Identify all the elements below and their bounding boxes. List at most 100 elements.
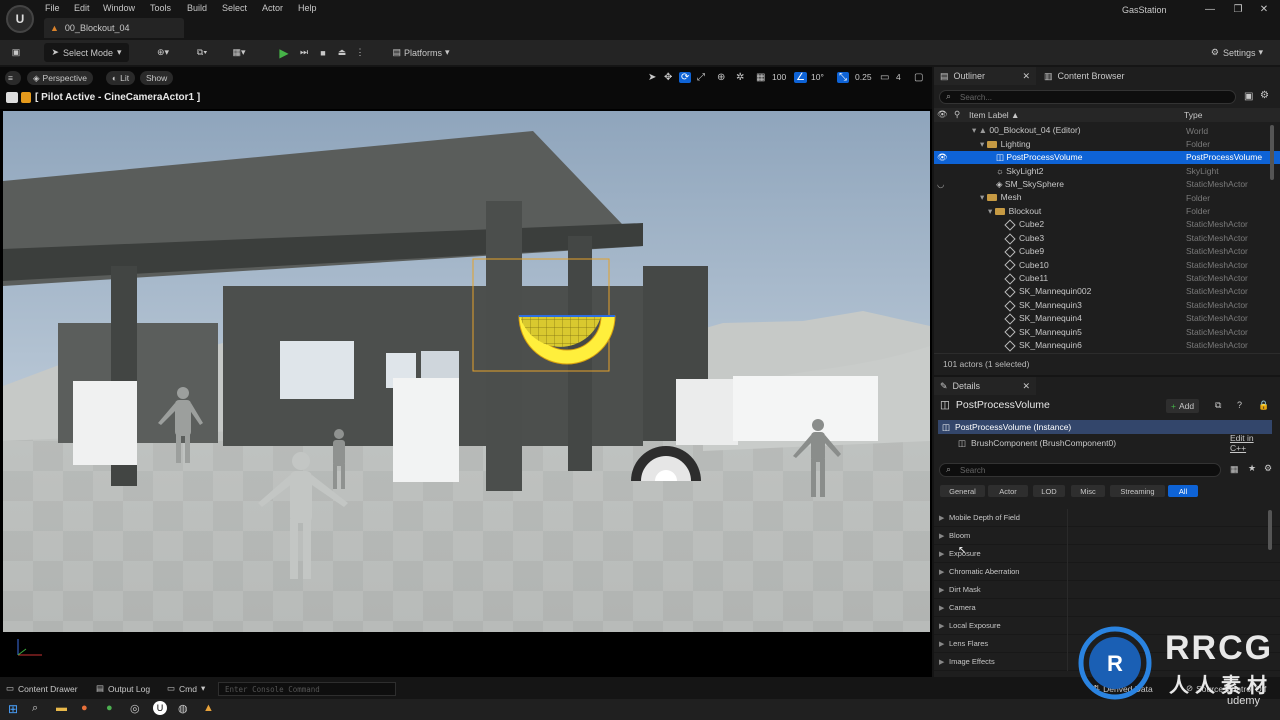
table-view-icon[interactable]: ▦ xyxy=(1230,464,1239,475)
advance-frame-icon[interactable]: ⏭ xyxy=(296,43,312,62)
outliner-row[interactable]: Cube3 StaticMeshActor xyxy=(934,231,1280,245)
outliner-row[interactable]: Cube11 StaticMeshActor xyxy=(934,271,1280,285)
grid-snap-icon[interactable]: ▦ xyxy=(756,72,765,83)
level-viewport[interactable]: ≡ ◈ Perspective ◐ Lit Show [ Pilot Activ… xyxy=(0,67,932,677)
windows-start-icon[interactable]: ⊞ xyxy=(8,702,18,716)
menu-help[interactable]: Help xyxy=(298,3,317,13)
outliner-row[interactable]: SK_Mannequin6 StaticMeshActor xyxy=(934,338,1280,352)
outliner-row[interactable]: ▾ Blockout Folder xyxy=(934,204,1280,217)
rotation-snap-value[interactable]: 10° xyxy=(811,72,824,82)
close-icon[interactable]: ✕ xyxy=(1022,381,1030,392)
filter-all[interactable]: All xyxy=(1168,485,1198,497)
details-scrollbar[interactable] xyxy=(1268,510,1272,550)
gear-icon[interactable]: ⚙ xyxy=(1264,463,1272,474)
section-exposure[interactable]: ▶ Exposure xyxy=(934,545,1280,563)
filter-actor[interactable]: Actor xyxy=(988,485,1028,497)
add-folder-icon[interactable]: ▣ xyxy=(1244,91,1253,102)
search-icon[interactable]: ⌕ xyxy=(32,702,38,715)
console-input[interactable]: Enter Console Command xyxy=(218,682,396,696)
app3-icon[interactable]: ▲ xyxy=(203,702,214,714)
section-bloom[interactable]: ▶ Bloom xyxy=(934,527,1280,545)
outliner-row[interactable]: Cube2 StaticMeshActor xyxy=(934,218,1280,231)
camera-speed-icon[interactable]: ▭ xyxy=(880,72,889,83)
platforms-dropdown[interactable]: ▤ Platforms ▾ xyxy=(386,43,456,62)
component-row[interactable]: ◫ BrushComponent (BrushComponent0) Edit … xyxy=(938,433,1272,453)
content-drawer-button[interactable]: ▭ Content Drawer xyxy=(6,683,78,694)
outliner-row[interactable]: ☼ SkyLight2 SkyLight xyxy=(934,164,1280,177)
section-camera[interactable]: ▶ Camera xyxy=(934,599,1280,617)
firefox-icon[interactable]: ● xyxy=(81,702,88,714)
translate-icon[interactable]: ✥ xyxy=(664,72,672,83)
close-icon[interactable]: ✕ xyxy=(1022,71,1030,82)
app2-icon[interactable]: ◍ xyxy=(178,702,188,715)
hamburger-icon[interactable]: ≡ xyxy=(5,71,21,85)
filter-general[interactable]: General xyxy=(940,485,985,497)
outliner-search-input[interactable]: ⌕ Search... xyxy=(939,90,1236,104)
help-icon[interactable]: ? xyxy=(1237,400,1242,410)
play-button[interactable]: ▶ xyxy=(276,43,292,62)
actor-name[interactable]: PostProcessVolume xyxy=(956,399,1050,411)
play-options-icon[interactable]: ⋮ xyxy=(354,43,366,62)
menu-tools[interactable]: Tools xyxy=(150,3,171,13)
select-tool-icon[interactable]: ➤ xyxy=(648,72,656,83)
visibility-column-icon[interactable]: 👁 xyxy=(937,109,948,120)
outliner-row[interactable]: ▾ Lighting Folder xyxy=(934,137,1280,150)
unreal-taskbar-icon[interactable]: U xyxy=(153,701,167,715)
unreal-logo-icon[interactable]: U xyxy=(6,5,34,33)
menu-edit[interactable]: Edit xyxy=(74,3,90,13)
outliner-row[interactable]: ◡ ◈ SM_SkySphere StaticMeshActor xyxy=(934,178,1280,191)
scale-snap-value[interactable]: 0.25 xyxy=(855,72,872,82)
edit-in-cpp-link[interactable]: Edit in C++ xyxy=(1230,433,1272,453)
outliner-scrollbar[interactable] xyxy=(1270,125,1274,180)
viewport-options-icon[interactable]: ▢ xyxy=(914,72,923,83)
section-mobile-depth-of-field[interactable]: ▶ Mobile Depth of Field xyxy=(934,509,1280,527)
blueprint-icon[interactable]: ⧉ xyxy=(1215,400,1221,411)
tab-outliner[interactable]: ▤ Outliner ✕ xyxy=(934,67,1036,85)
eject-icon[interactable]: ⏏ xyxy=(334,43,350,62)
details-search-input[interactable]: ⌕ Search xyxy=(939,463,1221,477)
menu-file[interactable]: File xyxy=(45,3,60,13)
blueprint-icon[interactable]: ⧉▾ xyxy=(189,43,215,62)
show-button[interactable]: Show xyxy=(140,71,174,85)
app-icon[interactable]: ◎ xyxy=(130,702,140,715)
scale-snap-icon[interactable]: ⤡ xyxy=(837,72,849,83)
column-item-label[interactable]: Item Label ▲ xyxy=(969,110,1019,120)
grid-size-value[interactable]: 100 xyxy=(772,72,786,82)
filter-lod[interactable]: LOD xyxy=(1033,485,1065,497)
menu-select[interactable]: Select xyxy=(222,3,247,13)
menu-window[interactable]: Window xyxy=(103,3,135,13)
filter-misc[interactable]: Misc xyxy=(1071,485,1105,497)
star-icon[interactable]: ★ xyxy=(1248,463,1256,474)
select-mode-dropdown[interactable]: ➤ Select Mode ▾ xyxy=(44,43,129,62)
outliner-row-selected[interactable]: 👁 ◫ PostProcessVolume PostProcessVolume xyxy=(934,150,1280,165)
menu-build[interactable]: Build xyxy=(187,3,207,13)
outliner-row[interactable]: SK_Mannequin5 StaticMeshActor xyxy=(934,325,1280,339)
camera-speed-value[interactable]: 4 xyxy=(896,72,901,82)
world-icon[interactable]: ⊕ xyxy=(717,72,725,83)
outliner-row[interactable]: ▾ ▲ 00_Blockout_04 (Editor) World xyxy=(934,124,1280,137)
tab-details[interactable]: ✎ Details ✕ xyxy=(934,377,1036,395)
maximize-icon[interactable]: ❐ xyxy=(1230,4,1246,15)
rotate-icon[interactable]: ⟳ xyxy=(679,72,692,83)
instance-row[interactable]: ◫ PostProcessVolume (Instance) xyxy=(938,420,1272,434)
scale-icon[interactable]: ⤢ xyxy=(697,72,705,83)
settings-button[interactable]: ⚙ Settings ▾ xyxy=(1206,43,1268,62)
menu-actor[interactable]: Actor xyxy=(262,3,283,13)
pin-column-icon[interactable]: ⚲ xyxy=(954,109,960,120)
close-window-icon[interactable]: ✕ xyxy=(1256,4,1272,15)
level-tab[interactable]: ▲ 00_Blockout_04 xyxy=(44,18,184,38)
scene-render[interactable] xyxy=(3,111,930,632)
angle-snap-icon[interactable]: ∠ xyxy=(794,72,807,83)
save-icon[interactable]: ▣ xyxy=(6,43,26,62)
hidden-eye-icon[interactable]: ◡ xyxy=(937,179,944,190)
add-component-button[interactable]: + Add xyxy=(1166,399,1200,413)
section-chromatic-aberration[interactable]: ▶ Chromatic Aberration xyxy=(934,563,1280,581)
outliner-row[interactable]: ▾ Mesh Folder xyxy=(934,191,1280,204)
tab-content-browser[interactable]: ▥ Content Browser xyxy=(1038,67,1131,85)
cmd-dropdown[interactable]: ▭ Cmd ▾ xyxy=(167,683,205,694)
file-explorer-icon[interactable]: ▬ xyxy=(56,702,67,714)
eye-icon[interactable]: 👁 xyxy=(937,152,948,163)
chrome-icon[interactable]: ● xyxy=(106,702,113,714)
outliner-row[interactable]: SK_Mannequin3 StaticMeshActor xyxy=(934,298,1280,312)
add-actor-icon[interactable]: ⊕▾ xyxy=(150,43,176,62)
